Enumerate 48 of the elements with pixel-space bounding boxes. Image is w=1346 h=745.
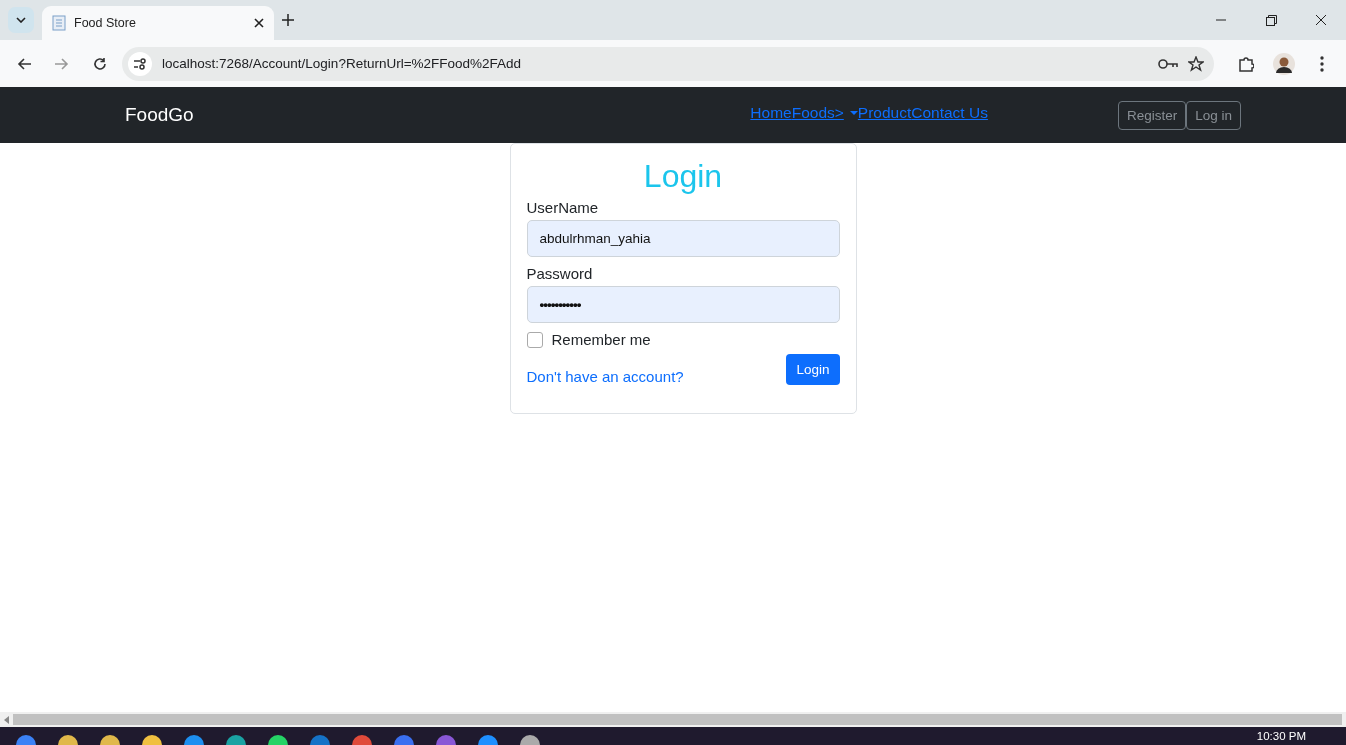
nav-dropdown[interactable]: Foods> [791,104,858,122]
brand[interactable]: FoodGo [125,104,194,126]
reload-icon[interactable] [93,56,107,71]
menu-icon[interactable] [1320,55,1324,72]
address-bar[interactable]: localhost:7268/Account/Login?ReturnUrl=%2FFood%2FAdd [122,46,1214,81]
taskbar-app-icon[interactable] [520,735,540,745]
url-text: localhost:7268/Account/Login?ReturnUrl=%2FFood%2FAdd [162,56,523,71]
chevron-down-icon [16,17,26,23]
clock: 10:30 PM [1256,729,1306,744]
browser-tab[interactable]: Food Store [42,6,274,40]
key-icon[interactable] [1158,57,1178,70]
nav-button[interactable]: Log in [1186,100,1241,130]
profile-avatar[interactable] [1273,52,1295,75]
checkbox-label: Remember me [551,331,651,348]
taskbar-app-icon[interactable] [100,735,120,745]
close-icon[interactable] [254,18,264,28]
horizontal-scrollbar[interactable] [0,712,1346,727]
scroll-left-icon[interactable] [4,715,9,724]
taskbar-app-icon[interactable] [184,735,204,745]
password-field[interactable]: ••••••••••• [526,286,840,323]
taskbar-app-icon[interactable] [268,735,288,745]
site-settings-icon[interactable] [128,51,152,76]
taskbar-app-icon[interactable] [478,735,498,745]
star-icon[interactable] [1188,55,1204,72]
nav-button[interactable]: Register [1117,100,1187,130]
forward-icon[interactable] [55,57,69,70]
checkbox[interactable] [526,331,543,348]
taskbar-app-icon[interactable] [352,735,372,745]
nav-link[interactable]: Product [857,104,912,122]
close-icon[interactable] [1316,15,1326,25]
puzzle-icon[interactable] [1238,55,1254,72]
back-icon[interactable] [17,57,31,70]
login-button[interactable]: Login [786,354,840,385]
taskbar-app-icon[interactable] [58,735,78,745]
field-label: Password [526,265,594,282]
restore-icon[interactable] [1265,14,1277,26]
form-title: Login [642,158,724,195]
page-icon [52,15,66,31]
taskbar-app-icon[interactable] [16,735,36,745]
register-link[interactable]: Don't have an account? [526,368,684,385]
nav-link[interactable]: Contact Us [911,104,988,122]
nav-link[interactable]: Home [750,104,792,122]
taskbar-app-icon[interactable] [226,735,246,745]
tab-menu-button[interactable] [8,7,34,33]
input-field[interactable]: abdulrhman_yahia [526,220,840,257]
new-tab-icon[interactable] [282,14,294,26]
field-label: UserName [526,199,600,216]
taskbar-app-icon[interactable] [142,735,162,745]
